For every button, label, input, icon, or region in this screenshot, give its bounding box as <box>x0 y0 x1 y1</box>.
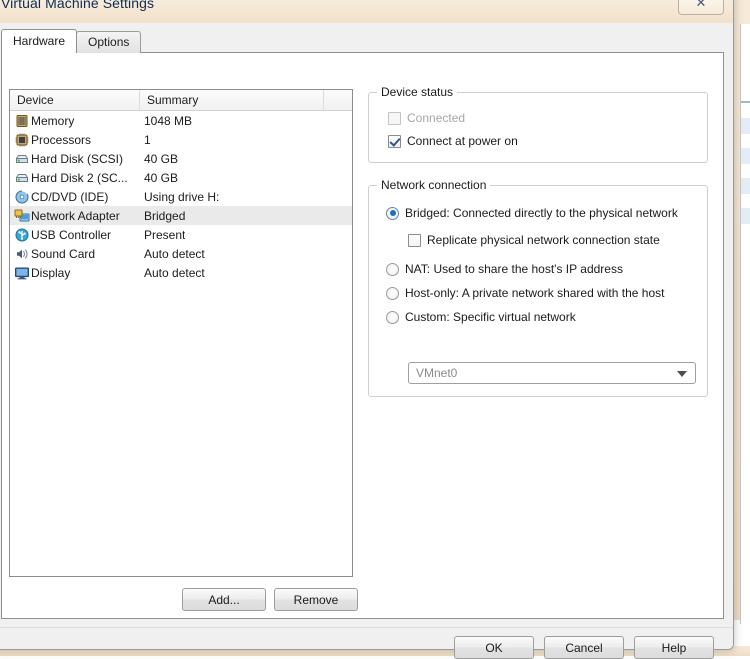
background-window-divider <box>741 101 750 103</box>
column-header-device[interactable]: Device <box>10 90 140 110</box>
footer-separator <box>0 627 733 628</box>
device-name: Memory <box>31 113 75 128</box>
connected-label: Connected <box>407 111 466 125</box>
device-status-legend: Device status <box>377 85 458 99</box>
device-list-rows: Memory 1048 MB Processors 1 Hard Disk (SCSI)… <box>10 111 352 282</box>
hard-disk-icon <box>13 151 31 167</box>
device-summary: Auto detect <box>144 265 205 280</box>
device-name: Processors <box>31 132 92 147</box>
background-window-pane <box>740 24 750 624</box>
connected-checkbox-row: Connected <box>388 111 465 125</box>
device-row-sound-card[interactable]: Sound Card Auto detect <box>10 244 352 263</box>
connected-checkbox <box>388 111 401 125</box>
connect-at-power-on-checkbox[interactable] <box>388 134 401 148</box>
device-row-network-adapter[interactable]: Network Adapter Bridged <box>10 206 352 225</box>
replicate-physical-state-row[interactable]: Replicate physical network connection st… <box>408 233 660 247</box>
hard-disk-icon <box>13 170 31 186</box>
sound-card-icon <box>13 246 31 262</box>
device-name: Display <box>31 265 71 280</box>
radio-nat-label: NAT: Used to share the host's IP address <box>405 262 623 276</box>
device-summary: 1048 MB <box>144 113 193 128</box>
device-summary: Auto detect <box>144 246 205 261</box>
connect-at-power-on-row[interactable]: Connect at power on <box>388 134 518 148</box>
display-icon <box>13 265 31 281</box>
replicate-physical-state-label: Replicate physical network connection st… <box>427 233 660 247</box>
device-name: Hard Disk (SCSI) <box>31 151 124 166</box>
device-name: Hard Disk 2 (SC... <box>31 170 128 185</box>
window-title: Virtual Machine Settings <box>1 0 155 11</box>
background-window-row <box>741 208 750 224</box>
device-row-memory[interactable]: Memory 1048 MB <box>10 111 352 130</box>
remove-device-button[interactable]: Remove <box>274 588 358 611</box>
vmnet-select[interactable]: VMnet0 <box>408 362 696 384</box>
radio-host-only-indicator[interactable] <box>386 286 399 300</box>
device-name: Sound Card <box>31 246 96 261</box>
device-summary: Bridged <box>144 208 186 223</box>
device-row-cd-dvd-ide[interactable]: CD/DVD (IDE) Using drive H: <box>10 187 352 206</box>
device-row-usb-controller[interactable]: USB Controller Present <box>10 225 352 244</box>
radio-bridged[interactable]: Bridged: Connected directly to the physi… <box>386 206 678 220</box>
virtual-machine-settings-dialog: Virtual Machine Settings ✕ Hardware Opti… <box>0 0 734 659</box>
radio-host-only[interactable]: Host-only: A private network shared with… <box>386 286 664 300</box>
background-window-row <box>741 118 750 134</box>
device-name: Network Adapter <box>31 208 120 223</box>
radio-custom[interactable]: Custom: Specific virtual network <box>386 310 576 324</box>
radio-nat[interactable]: NAT: Used to share the host's IP address <box>386 262 623 276</box>
tab-strip: Hardware Options <box>1 29 142 53</box>
usb-controller-icon <box>13 227 31 243</box>
tab-hardware[interactable]: Hardware <box>1 29 78 53</box>
hardware-tab-panel: Device Summary Memory 1048 MB Processors 1 H… <box>1 52 724 619</box>
close-button[interactable]: ✕ <box>678 0 724 15</box>
column-header-extra[interactable] <box>324 90 352 110</box>
device-row-hard-disk-scsi[interactable]: Hard Disk (SCSI) 40 GB <box>10 149 352 168</box>
tab-options[interactable]: Options <box>76 31 142 53</box>
connect-at-power-on-label: Connect at power on <box>407 134 518 148</box>
vmnet-select-value: VMnet0 <box>416 366 458 380</box>
tab-options-label: Options <box>88 35 130 49</box>
device-row-display[interactable]: Display Auto detect <box>10 263 352 282</box>
processor-icon <box>13 132 31 148</box>
memory-icon <box>13 113 31 129</box>
dialog-body: Hardware Options Device Summary Memory 10… <box>0 23 733 659</box>
device-summary: 1 <box>144 132 151 147</box>
add-device-button[interactable]: Add... <box>182 588 266 611</box>
radio-bridged-indicator[interactable] <box>386 206 399 220</box>
replicate-physical-state-checkbox[interactable] <box>408 233 421 247</box>
device-name: USB Controller <box>31 227 112 242</box>
device-name: CD/DVD (IDE) <box>31 189 109 204</box>
network-connection-group: Network connection Bridged: Connected di… <box>368 178 708 397</box>
chevron-down-icon <box>677 371 687 377</box>
device-summary: Using drive H: <box>144 189 220 204</box>
device-row-hard-disk-2-sc[interactable]: Hard Disk 2 (SC... 40 GB <box>10 168 352 187</box>
network-adapter-icon <box>13 208 31 224</box>
radio-nat-indicator[interactable] <box>386 262 399 276</box>
device-summary: 40 GB <box>144 170 179 185</box>
close-icon: ✕ <box>695 0 707 11</box>
device-row-processors[interactable]: Processors 1 <box>10 130 352 149</box>
radio-custom-indicator[interactable] <box>386 310 399 324</box>
device-summary: Present <box>144 227 186 242</box>
cd-dvd-icon <box>13 189 31 205</box>
device-status-group: Device status Connected Connect at power… <box>368 85 708 163</box>
radio-custom-label: Custom: Specific virtual network <box>405 310 576 324</box>
device-summary: 40 GB <box>144 151 179 166</box>
radio-host-only-label: Host-only: A private network shared with… <box>405 286 665 300</box>
background-window-row <box>741 178 750 194</box>
title-bar: Virtual Machine Settings ✕ <box>0 0 733 23</box>
radio-bridged-label: Bridged: Connected directly to the physi… <box>405 206 678 220</box>
network-connection-legend: Network connection <box>377 178 491 192</box>
device-list[interactable]: Device Summary Memory 1048 MB Processors 1 H… <box>9 89 353 577</box>
device-list-header: Device Summary <box>10 90 352 111</box>
background-window-row <box>741 148 750 164</box>
tab-hardware-label: Hardware <box>13 34 66 48</box>
column-header-summary[interactable]: Summary <box>140 90 324 110</box>
